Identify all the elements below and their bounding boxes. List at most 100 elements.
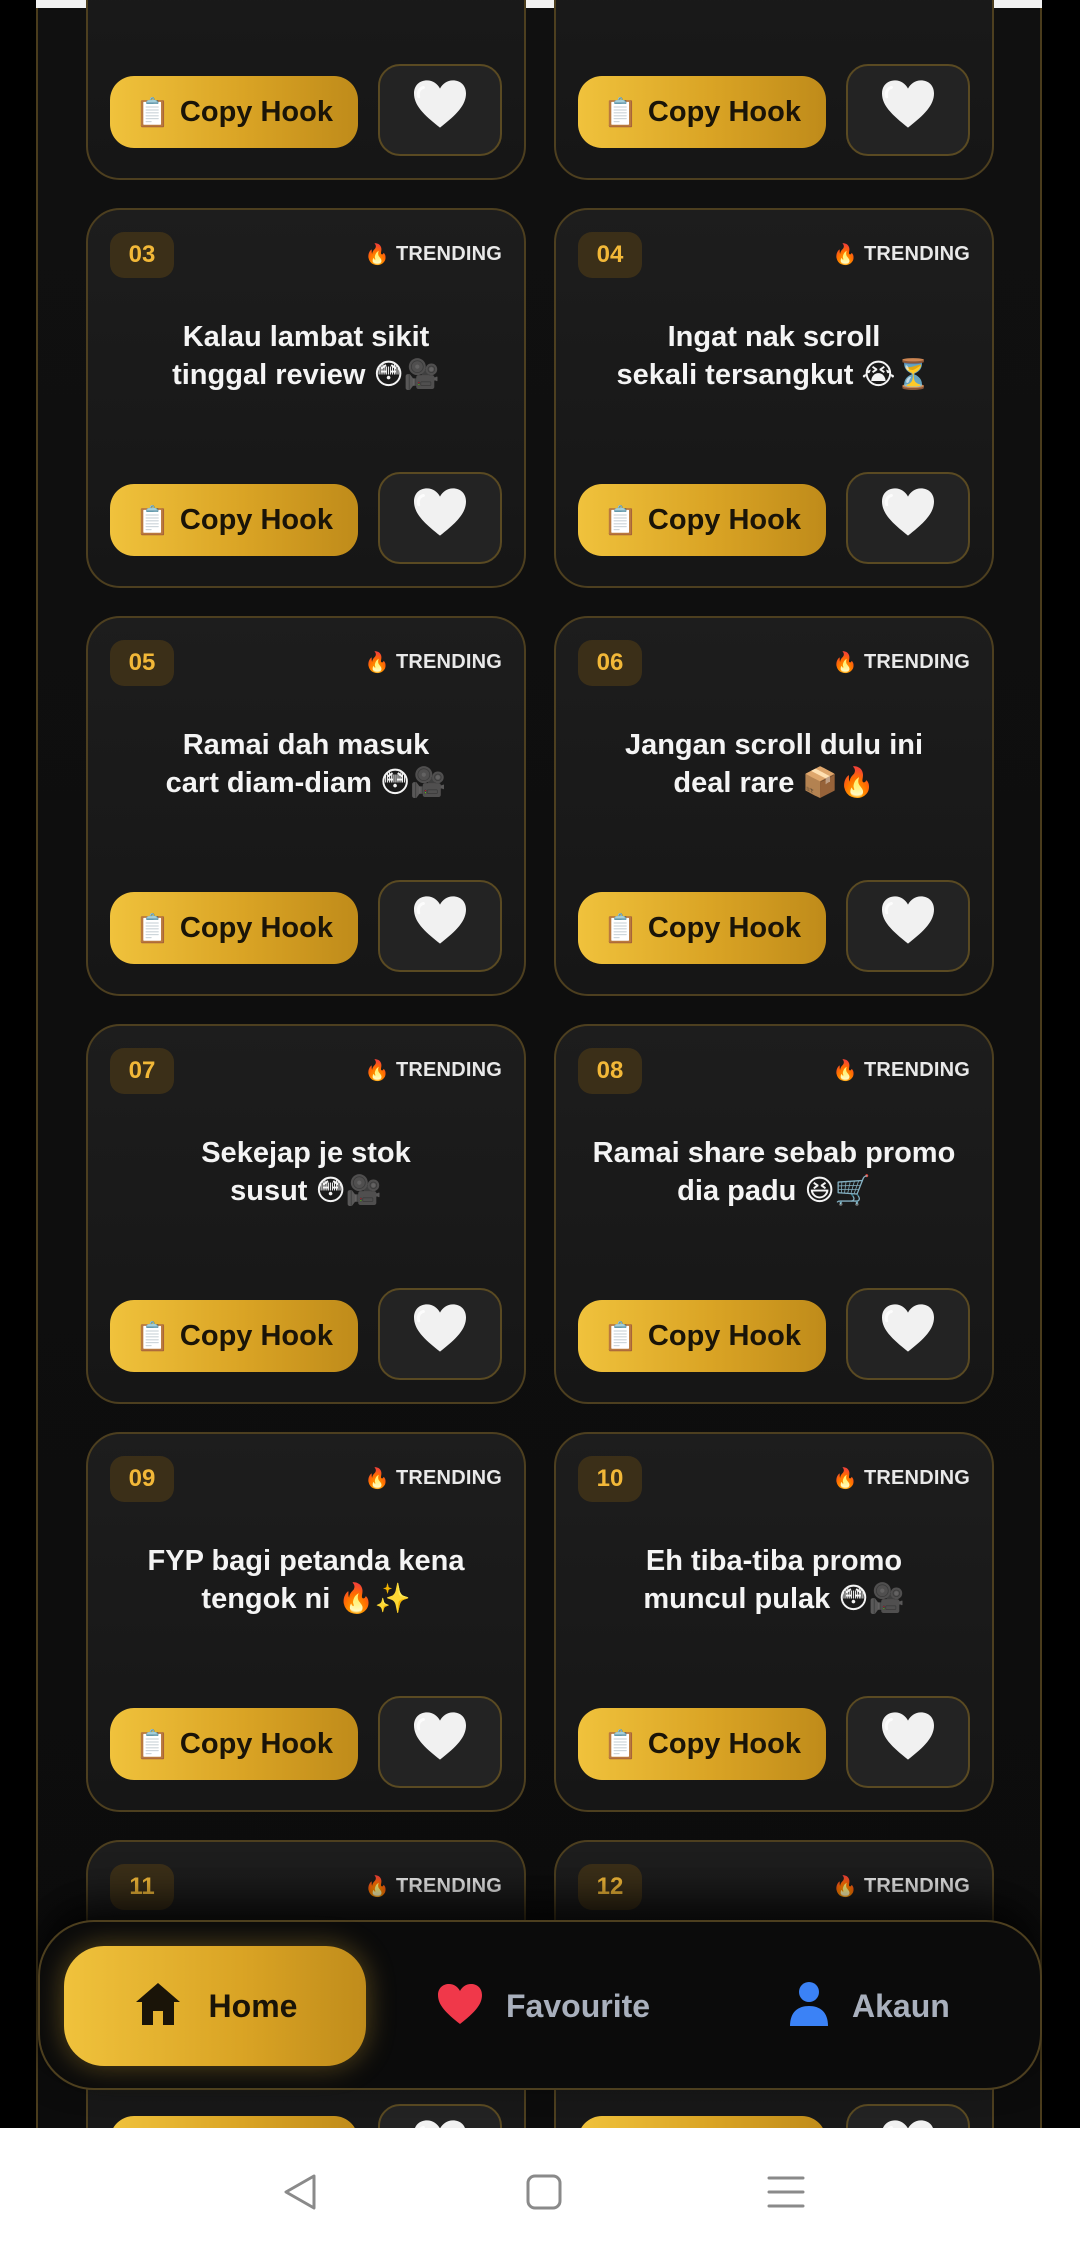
menu-icon bbox=[766, 2172, 806, 2217]
hook-card: 02 🔥 TRENDING 📋 Copy Hook bbox=[554, 0, 994, 180]
copy-hook-button[interactable]: 📋 Copy Hook bbox=[578, 76, 826, 148]
trending-label: TRENDING bbox=[395, 243, 502, 265]
clipboard-icon: 📋 bbox=[603, 912, 638, 944]
copy-hook-label: Copy Hook bbox=[179, 1727, 333, 1760]
bottom-nav: Home Favourite Akaun bbox=[38, 1920, 1042, 2090]
card-number-badge: 07 bbox=[110, 1048, 174, 1094]
copy-hook-button[interactable]: 📋 Copy Hook bbox=[110, 892, 358, 964]
copy-hook-button[interactable]: 📋 Copy Hook bbox=[578, 1708, 826, 1780]
home-icon bbox=[133, 1980, 183, 2033]
trending-tag: 🔥 TRENDING bbox=[833, 1058, 970, 1083]
copy-hook-label: Copy Hook bbox=[647, 1727, 801, 1760]
heart-icon bbox=[879, 1302, 937, 1367]
hook-text: Jangan scroll dulu ini deal rare 📦🔥 bbox=[624, 729, 924, 799]
hook-card: 05 🔥 TRENDING Ramai dah masuk cart diam-… bbox=[86, 616, 526, 996]
card-number-badge: 09 bbox=[110, 1456, 174, 1502]
heart-icon bbox=[436, 1982, 484, 2031]
hook-card: 04 🔥 TRENDING Ingat nak scroll sekali te… bbox=[554, 208, 994, 588]
favourite-toggle-button[interactable] bbox=[846, 1696, 970, 1788]
card-number-badge: 05 bbox=[110, 640, 174, 686]
hook-grid: 01 🔥 TRENDING 📋 Copy Hook 02 🔥 TRENDING … bbox=[86, 0, 994, 2220]
trending-tag: 🔥 TRENDING bbox=[833, 1874, 970, 1899]
copy-hook-button[interactable]: 📋 Copy Hook bbox=[578, 1300, 826, 1372]
favourite-toggle-button[interactable] bbox=[378, 880, 502, 972]
copy-hook-label: Copy Hook bbox=[647, 95, 801, 128]
copy-hook-button[interactable]: 📋 Copy Hook bbox=[110, 484, 358, 556]
hook-card: 09 🔥 TRENDING FYP bagi petanda kena teng… bbox=[86, 1432, 526, 1812]
system-back-button[interactable] bbox=[260, 2128, 340, 2260]
fire-icon: 🔥 bbox=[832, 652, 858, 674]
card-number-badge: 08 bbox=[578, 1048, 642, 1094]
nav-favourite-label: Favourite bbox=[506, 1987, 651, 2024]
copy-hook-button[interactable]: 📋 Copy Hook bbox=[110, 1300, 358, 1372]
fire-icon: 🔥 bbox=[832, 244, 858, 266]
hook-text: FYP bagi petanda kena tengok ni 🔥✨ bbox=[147, 1545, 465, 1615]
copy-hook-button[interactable]: 📋 Copy Hook bbox=[110, 1708, 358, 1780]
copy-hook-label: Copy Hook bbox=[179, 95, 333, 128]
heart-icon bbox=[879, 894, 937, 959]
hook-text: Ingat nak scroll sekali tersangkut 😭⏳ bbox=[616, 321, 932, 391]
heart-icon bbox=[411, 1710, 469, 1775]
heart-icon bbox=[879, 78, 937, 143]
heart-icon bbox=[879, 1710, 937, 1775]
hook-text: Ramai share sebab promo dia padu 😆🛒 bbox=[592, 1137, 956, 1207]
favourite-toggle-button[interactable] bbox=[378, 64, 502, 156]
fire-icon: 🔥 bbox=[364, 244, 390, 266]
trending-tag: 🔥 TRENDING bbox=[365, 650, 502, 675]
copy-hook-button[interactable]: 📋 Copy Hook bbox=[110, 76, 358, 148]
hook-card: 03 🔥 TRENDING Kalau lambat sikit tinggal… bbox=[86, 208, 526, 588]
hook-card: 08 🔥 TRENDING Ramai share sebab promo di… bbox=[554, 1024, 994, 1404]
hook-text: Eh tiba-tiba promo muncul pulak 😳🎥 bbox=[643, 1545, 905, 1615]
trending-tag: 🔥 TRENDING bbox=[365, 1874, 502, 1899]
favourite-toggle-button[interactable] bbox=[378, 1696, 502, 1788]
heart-icon bbox=[411, 894, 469, 959]
clipboard-icon: 📋 bbox=[135, 1320, 170, 1352]
copy-hook-button[interactable]: 📋 Copy Hook bbox=[578, 892, 826, 964]
copy-hook-label: Copy Hook bbox=[647, 503, 801, 536]
copy-hook-button[interactable]: 📋 Copy Hook bbox=[578, 484, 826, 556]
heart-icon bbox=[879, 486, 937, 551]
nav-home-button[interactable]: Home bbox=[64, 1946, 366, 2066]
copy-hook-label: Copy Hook bbox=[647, 911, 801, 944]
trending-label: TRENDING bbox=[863, 243, 970, 265]
nav-account-button[interactable]: Akaun bbox=[788, 1946, 950, 2066]
hook-card: 06 🔥 TRENDING Jangan scroll dulu ini dea… bbox=[554, 616, 994, 996]
fire-icon: 🔥 bbox=[832, 1876, 858, 1898]
favourite-toggle-button[interactable] bbox=[846, 880, 970, 972]
card-number-badge: 06 bbox=[578, 640, 642, 686]
trending-tag: 🔥 TRENDING bbox=[365, 242, 502, 267]
favourite-toggle-button[interactable] bbox=[846, 64, 970, 156]
heart-icon bbox=[411, 78, 469, 143]
trending-tag: 🔥 TRENDING bbox=[365, 1466, 502, 1491]
copy-hook-label: Copy Hook bbox=[179, 911, 333, 944]
system-navigation-bar bbox=[0, 2128, 1080, 2260]
fire-icon: 🔥 bbox=[364, 652, 390, 674]
clipboard-icon: 📋 bbox=[135, 1728, 170, 1760]
clipboard-icon: 📋 bbox=[135, 912, 170, 944]
system-menu-button[interactable] bbox=[746, 2128, 826, 2260]
trending-label: TRENDING bbox=[863, 1875, 970, 1897]
trending-label: TRENDING bbox=[863, 651, 970, 673]
system-home-button[interactable] bbox=[504, 2128, 584, 2260]
hook-card: 10 🔥 TRENDING Eh tiba-tiba promo muncul … bbox=[554, 1432, 994, 1812]
clipboard-icon: 📋 bbox=[603, 1728, 638, 1760]
clipboard-icon: 📋 bbox=[603, 1320, 638, 1352]
nav-favourite-button[interactable]: Favourite bbox=[436, 1946, 650, 2066]
card-number-badge: 04 bbox=[578, 232, 642, 278]
nav-home-label: Home bbox=[208, 1987, 298, 2024]
trending-label: TRENDING bbox=[395, 1467, 502, 1489]
fire-icon: 🔥 bbox=[832, 1060, 858, 1082]
trending-tag: 🔥 TRENDING bbox=[833, 650, 970, 675]
hook-text: Sekejap je stok susut 😳🎥 bbox=[201, 1137, 411, 1207]
fire-icon: 🔥 bbox=[832, 1468, 858, 1490]
favourite-toggle-button[interactable] bbox=[378, 1288, 502, 1380]
square-icon bbox=[524, 2172, 564, 2217]
trending-label: TRENDING bbox=[395, 651, 502, 673]
favourite-toggle-button[interactable] bbox=[378, 472, 502, 564]
trending-label: TRENDING bbox=[863, 1467, 970, 1489]
trending-tag: 🔥 TRENDING bbox=[833, 242, 970, 267]
favourite-toggle-button[interactable] bbox=[846, 1288, 970, 1380]
hook-text: Ramai dah masuk cart diam-diam 😳🎥 bbox=[165, 729, 447, 799]
clipboard-icon: 📋 bbox=[603, 96, 638, 128]
favourite-toggle-button[interactable] bbox=[846, 472, 970, 564]
